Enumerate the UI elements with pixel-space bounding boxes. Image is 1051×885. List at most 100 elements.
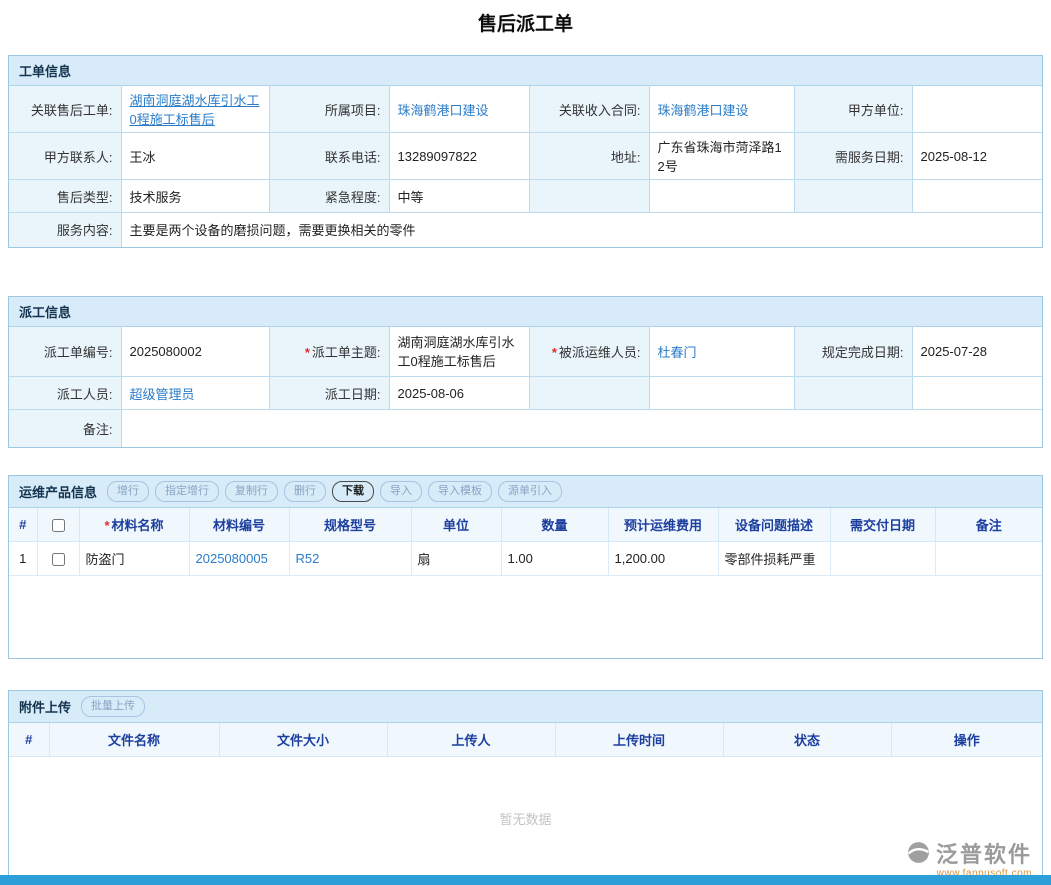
row-delivery-date bbox=[830, 541, 935, 575]
dispatch-subject-label: *派工单主题: bbox=[269, 327, 389, 377]
service-date-value: 2025-08-12 bbox=[912, 133, 1042, 180]
empty-label-cell bbox=[529, 377, 649, 410]
required-mark: * bbox=[552, 345, 557, 360]
contact-value: 王冰 bbox=[121, 133, 269, 180]
dispatch-section-title: 派工信息 bbox=[19, 302, 71, 321]
attachments-section-title: 附件上传 bbox=[19, 697, 71, 716]
phone-label: 联系电话: bbox=[269, 133, 389, 180]
row-remark bbox=[935, 541, 1042, 575]
import-template-button[interactable]: 导入模板 bbox=[428, 481, 492, 502]
page: 售后派工单 工单信息 关联售后工单: 湖南洞庭湖水库引水工0程施工标售后 所属项… bbox=[0, 9, 1051, 884]
add-row-button[interactable]: 增行 bbox=[107, 481, 149, 502]
col-header-checkbox bbox=[37, 508, 79, 542]
col-header-uploader: 上传人 bbox=[387, 723, 555, 757]
service-content-label: 服务内容: bbox=[9, 213, 121, 247]
dispatcher-link[interactable]: 超级管理员 bbox=[130, 387, 195, 402]
col-header-index: # bbox=[9, 508, 37, 542]
income-contract-label: 关联收入合同: bbox=[529, 86, 649, 133]
project-label: 所属项目: bbox=[269, 86, 389, 133]
related-order-label: 关联售后工单: bbox=[9, 86, 121, 133]
col-header-cost: 预计运维费用 bbox=[608, 508, 718, 542]
income-contract-link[interactable]: 珠海鹤港口建设 bbox=[658, 103, 749, 118]
work-order-form: 关联售后工单: 湖南洞庭湖水库引水工0程施工标售后 所属项目: 珠海鹤港口建设 … bbox=[9, 86, 1042, 247]
products-panel-header: 运维产品信息 增行 指定增行 复制行 删行 下载 导入 导入模板 源单引入 bbox=[9, 476, 1042, 508]
fanpu-watermark-row: 泛普软件 bbox=[906, 837, 1032, 869]
dispatcher-label: 派工人员: bbox=[9, 377, 121, 410]
required-mark: * bbox=[305, 345, 310, 360]
empty-value-cell bbox=[649, 377, 794, 410]
table-row: 1 防盗门 2025080005 R52 扇 1.00 1,200.00 零部件… bbox=[9, 541, 1042, 575]
related-order-link[interactable]: 湖南洞庭湖水库引水工0程施工标售后 bbox=[130, 93, 260, 127]
copy-row-button[interactable]: 复制行 bbox=[225, 481, 278, 502]
col-header-file-name: 文件名称 bbox=[49, 723, 219, 757]
empty-label-cell bbox=[529, 180, 649, 213]
empty-label-cell bbox=[794, 377, 912, 410]
col-header-material-code: 材料编号 bbox=[189, 508, 289, 542]
products-panel: 运维产品信息 增行 指定增行 复制行 删行 下载 导入 导入模板 源单引入 # … bbox=[8, 475, 1043, 659]
address-label: 地址: bbox=[529, 133, 649, 180]
source-import-button[interactable]: 源单引入 bbox=[498, 481, 562, 502]
dispatch-no-label: 派工单编号: bbox=[9, 327, 121, 377]
attachments-empty-area: 暂无数据 泛普软件 www.fanpusoft.com bbox=[9, 757, 1042, 883]
row-checkbox[interactable] bbox=[52, 553, 65, 566]
row-material-code-link[interactable]: 2025080005 bbox=[196, 551, 268, 566]
dispatch-subject-value: 湖南洞庭湖水库引水工0程施工标售后 bbox=[389, 327, 529, 377]
dispatch-subject-label-text: 派工单主题: bbox=[312, 345, 381, 360]
deadline-value: 2025-07-28 bbox=[912, 327, 1042, 377]
col-header-material-name-text: 材料名称 bbox=[112, 518, 164, 533]
row-issue: 零部件损耗严重 bbox=[718, 541, 830, 575]
col-header-upload-time: 上传时间 bbox=[555, 723, 723, 757]
col-header-material-name: *材料名称 bbox=[79, 508, 189, 542]
address-value: 广东省珠海市菏泽路12号 bbox=[649, 133, 794, 180]
work-order-panel: 工单信息 关联售后工单: 湖南洞庭湖水库引水工0程施工标售后 所属项目: 珠海鹤… bbox=[8, 55, 1043, 248]
dispatch-form: 派工单编号: 2025080002 *派工单主题: 湖南洞庭湖水库引水工0程施工… bbox=[9, 327, 1042, 447]
import-button[interactable]: 导入 bbox=[380, 481, 422, 502]
attachments-panel: 附件上传 批量上传 # 文件名称 文件大小 上传人 上传时间 状态 操作 bbox=[8, 690, 1043, 884]
row-index: 1 bbox=[9, 541, 37, 575]
service-type-label: 售后类型: bbox=[9, 180, 121, 213]
no-data-text: 暂无数据 bbox=[9, 757, 1042, 828]
row-unit: 扇 bbox=[411, 541, 501, 575]
fanpu-logo-icon bbox=[906, 840, 931, 865]
row-quantity: 1.00 bbox=[501, 541, 608, 575]
party-a-label: 甲方单位: bbox=[794, 86, 912, 133]
empty-value-cell bbox=[912, 180, 1042, 213]
dispatch-panel: 派工信息 派工单编号: 2025080002 *派工单主题: 湖南洞庭湖水库引水… bbox=[8, 296, 1043, 448]
attachments-panel-header: 附件上传 批量上传 bbox=[9, 691, 1042, 723]
empty-value-cell bbox=[912, 377, 1042, 410]
products-section-title: 运维产品信息 bbox=[19, 482, 97, 501]
dispatch-date-value: 2025-08-06 bbox=[389, 377, 529, 410]
col-header-delivery-date: 需交付日期 bbox=[830, 508, 935, 542]
products-empty-space bbox=[9, 576, 1042, 658]
empty-value-cell bbox=[649, 180, 794, 213]
contact-label: 甲方联系人: bbox=[9, 133, 121, 180]
assignee-label-text: 被派运维人员: bbox=[559, 345, 641, 360]
service-type-value: 技术服务 bbox=[121, 180, 269, 213]
col-header-status: 状态 bbox=[723, 723, 891, 757]
col-header-issue: 设备问题描述 bbox=[718, 508, 830, 542]
batch-upload-button[interactable]: 批量上传 bbox=[81, 696, 145, 717]
page-title: 售后派工单 bbox=[8, 9, 1043, 36]
dispatch-remark-label: 备注: bbox=[9, 410, 121, 447]
col-header-remark: 备注 bbox=[935, 508, 1042, 542]
delete-row-button[interactable]: 删行 bbox=[284, 481, 326, 502]
col-header-index: # bbox=[9, 723, 49, 757]
empty-label-cell bbox=[794, 180, 912, 213]
bottom-scrollbar[interactable] bbox=[0, 875, 1051, 885]
dispatch-remark-value bbox=[121, 410, 1042, 447]
download-button[interactable]: 下载 bbox=[332, 481, 374, 502]
service-date-label: 需服务日期: bbox=[794, 133, 912, 180]
col-header-file-size: 文件大小 bbox=[219, 723, 387, 757]
service-content-value: 主要是两个设备的磨损问题，需要更换相关的零件 bbox=[121, 213, 1042, 247]
dispatch-date-label: 派工日期: bbox=[269, 377, 389, 410]
row-material-name: 防盗门 bbox=[79, 541, 189, 575]
select-all-checkbox[interactable] bbox=[52, 519, 65, 532]
insert-row-button[interactable]: 指定增行 bbox=[155, 481, 219, 502]
work-order-panel-header: 工单信息 bbox=[9, 56, 1042, 86]
col-header-actions: 操作 bbox=[891, 723, 1042, 757]
project-link[interactable]: 珠海鹤港口建设 bbox=[398, 103, 489, 118]
products-table: # *材料名称 材料编号 规格型号 单位 数量 预计运维费用 设备问题描述 需交… bbox=[9, 508, 1042, 576]
phone-value: 13289097822 bbox=[389, 133, 529, 180]
assignee-link[interactable]: 杜春门 bbox=[658, 345, 697, 360]
row-model-link[interactable]: R52 bbox=[296, 551, 320, 566]
